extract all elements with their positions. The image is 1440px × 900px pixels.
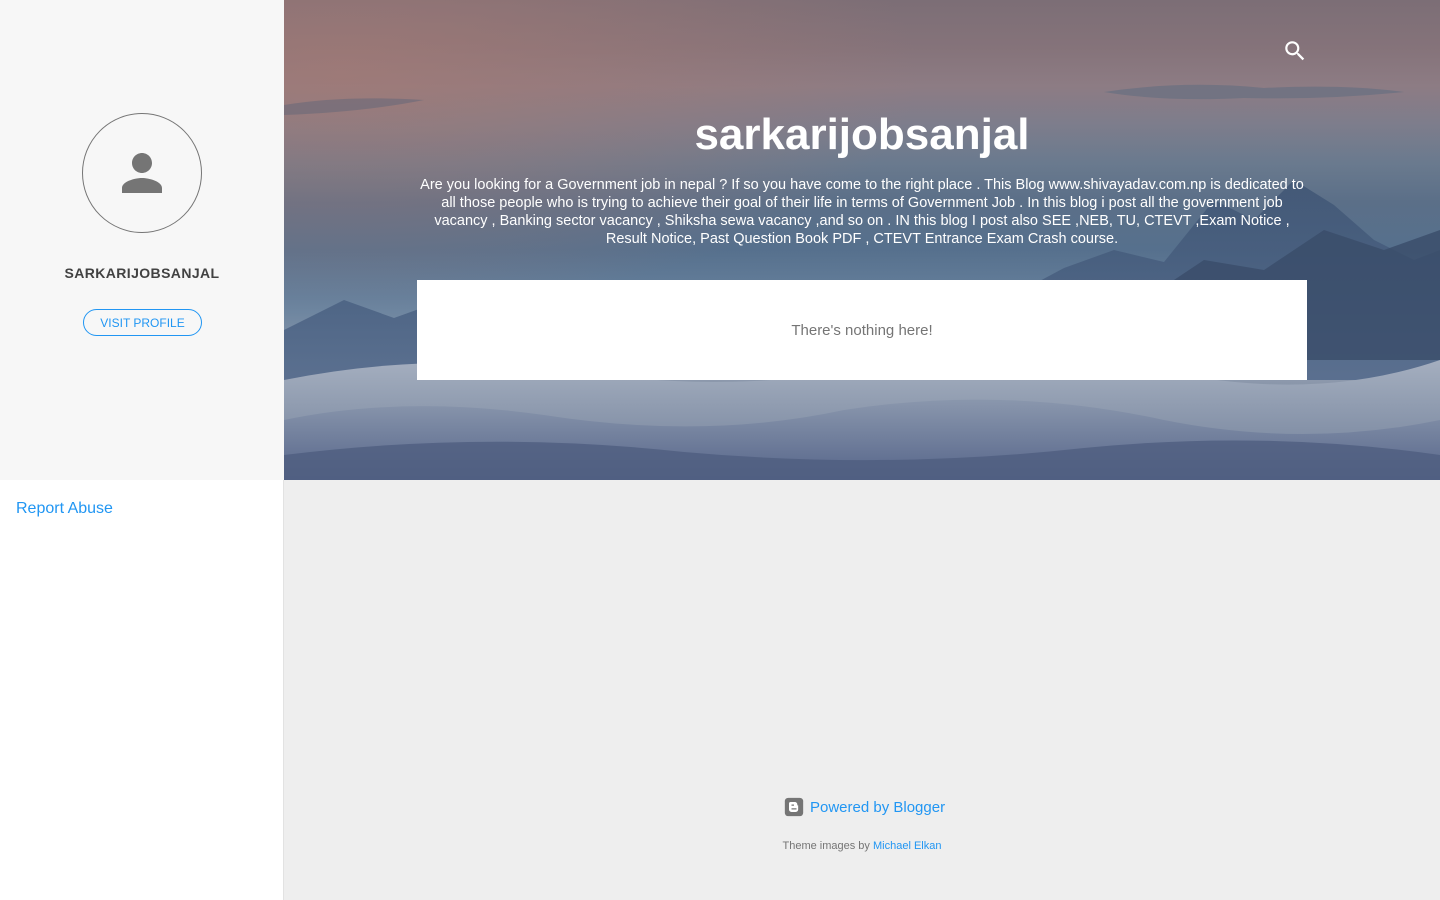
avatar[interactable] xyxy=(82,113,202,233)
empty-posts-message: There's nothing here! xyxy=(791,321,933,339)
powered-by-label: Powered by Blogger xyxy=(810,798,946,816)
search-icon[interactable] xyxy=(1282,38,1308,64)
person-icon xyxy=(122,153,162,193)
sidebar: SARKARIJOBSANJAL VISIT PROFILE Report Ab… xyxy=(0,0,284,900)
blog-header: sarkarijobsanjal Are you looking for a G… xyxy=(284,0,1440,480)
profile-panel: SARKARIJOBSANJAL VISIT PROFILE xyxy=(0,0,284,480)
blog-title[interactable]: sarkarijobsanjal xyxy=(284,110,1440,160)
theme-credit-prefix: Theme images by xyxy=(782,840,870,852)
blogger-icon xyxy=(784,797,804,817)
blog-description: Are you looking for a Government job in … xyxy=(420,177,1304,247)
report-abuse-link[interactable]: Report Abuse xyxy=(16,500,113,518)
profile-name[interactable]: SARKARIJOBSANJAL xyxy=(0,265,284,281)
posts-container: There's nothing here! xyxy=(417,280,1307,380)
theme-credit-author-link[interactable]: Michael Elkan xyxy=(873,840,941,852)
visit-profile-button[interactable]: VISIT PROFILE xyxy=(83,309,202,336)
theme-credit: Theme images by Michael Elkan xyxy=(0,840,1440,852)
powered-by-blogger-link[interactable]: Powered by Blogger xyxy=(784,797,945,817)
